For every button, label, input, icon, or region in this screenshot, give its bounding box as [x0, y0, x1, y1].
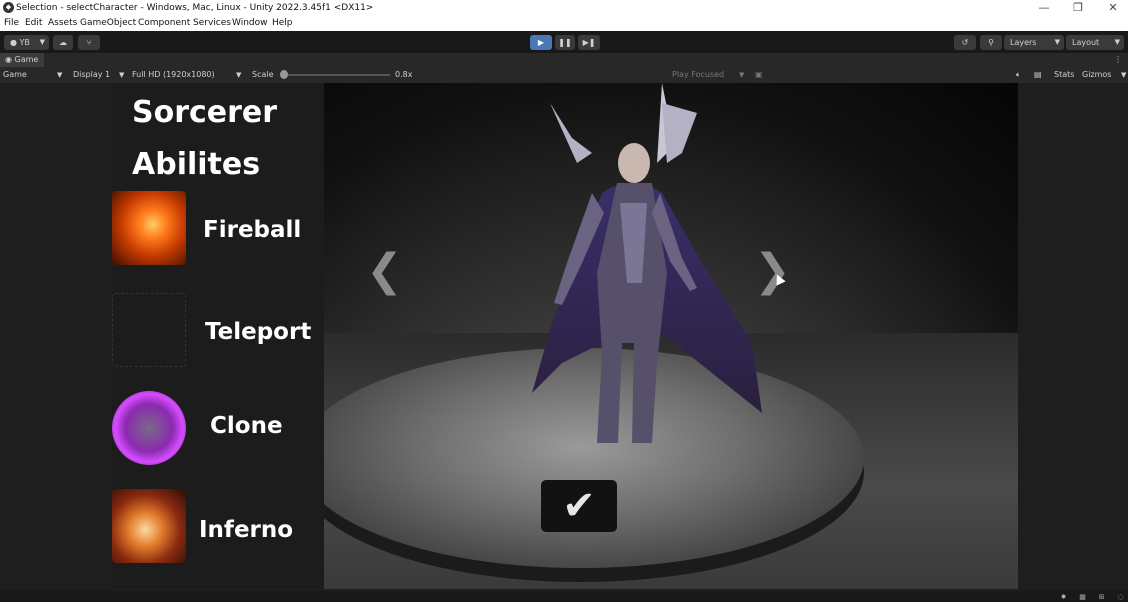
next-character-button[interactable]: ❯ [754, 245, 791, 296]
scale-slider[interactable] [284, 74, 390, 76]
chevron-down-icon: ▼ [1114, 38, 1120, 46]
step-button[interactable]: ▶❚ [578, 35, 600, 50]
restore-button[interactable]: ❐ [1064, 0, 1092, 16]
keyboard-shortcuts-icon[interactable]: ▤ [1034, 67, 1042, 83]
layers-label: Layers [1010, 38, 1037, 47]
chevron-down-icon: ▼ [739, 71, 745, 79]
history-icon: ↺ [961, 38, 969, 47]
tab-game-label: Game [14, 55, 39, 64]
menu-help[interactable]: Help [272, 16, 293, 31]
layout-label: Layout [1072, 38, 1100, 47]
more-options-icon[interactable]: ⋮ [1114, 53, 1122, 67]
ability-fireball: Fireball [112, 191, 324, 271]
lighting-icon[interactable]: ⊞ [1097, 593, 1106, 601]
window-title: Selection - selectCharacter - Windows, M… [16, 3, 374, 13]
menu-file[interactable]: File [4, 16, 19, 31]
menu-bar: File Edit Assets GameObject Component Se… [0, 16, 1128, 31]
close-button[interactable]: ✕ [1099, 0, 1127, 16]
previous-character-button[interactable]: ❮ [366, 245, 403, 296]
menu-window[interactable]: Window [232, 16, 268, 31]
menu-services[interactable]: Services [193, 16, 231, 31]
search-button[interactable]: ⚲ [980, 35, 1002, 50]
ability-teleport: Teleport [112, 293, 324, 373]
ability-inferno: Inferno [112, 489, 324, 569]
minimize-button[interactable]: — [1030, 0, 1058, 16]
account-icon: ● [10, 38, 17, 47]
cloud-icon: ☁ [59, 38, 67, 47]
chevron-down-icon: ▼ [1054, 38, 1060, 46]
ability-clone: Clone [112, 391, 324, 471]
ability-label: Clone [210, 413, 283, 439]
clone-icon [112, 391, 186, 465]
view-mode-dropdown[interactable]: Game [3, 67, 27, 83]
main-toolbar: ● YB ▼ ☁ ⑂ ▶ ❚❚ ▶❚ ↺ ⚲ Layers ▼ Layout ▼ [0, 31, 1128, 53]
sorcerer-character [532, 83, 762, 443]
chevron-down-icon: ▼ [39, 38, 45, 46]
status-bar: ✸ ▦ ⊞ ◌ [0, 591, 1128, 602]
scale-label: Scale [252, 70, 274, 79]
checkmark-icon: ✔ [562, 483, 596, 529]
step-icon: ▶❚ [582, 38, 596, 47]
display-dropdown[interactable]: Display 1 [73, 67, 110, 83]
pause-icon: ❚❚ [558, 38, 572, 47]
inferno-icon [112, 489, 186, 563]
scale-slider-thumb[interactable] [280, 70, 288, 79]
resolution-dropdown[interactable]: Full HD (1920x1080) [132, 67, 215, 83]
account-label: YB [19, 38, 30, 47]
game-view-toolbar: Game ▼ Display 1 ▼ Full HD (1920x1080) ▼… [0, 67, 1128, 83]
gamepad-icon: ◉ [5, 55, 12, 64]
abilities-panel: Sorcerer Abilites Fireball Teleport Clon… [112, 83, 324, 589]
chevron-down-icon: ▼ [57, 71, 63, 79]
chevron-down-icon: ▼ [119, 71, 125, 79]
title-bar: ◆ Selection - selectCharacter - Windows,… [0, 0, 1128, 16]
teleport-icon [112, 293, 186, 367]
stats-button[interactable]: Stats [1054, 67, 1074, 83]
gizmos-button[interactable]: Gizmos [1082, 67, 1111, 83]
tab-bar: ◉ Game ⋮ [0, 53, 1128, 67]
ability-label: Inferno [199, 517, 294, 543]
chevron-down-icon: ▼ [1121, 71, 1127, 79]
ability-label: Fireball [203, 217, 302, 243]
menu-edit[interactable]: Edit [25, 16, 42, 31]
pause-button[interactable]: ❚❚ [555, 35, 575, 50]
mute-audio-icon[interactable]: 🔈︎ [1016, 67, 1021, 83]
play-button[interactable]: ▶ [530, 35, 552, 50]
confirm-character-button[interactable]: ✔ [541, 480, 617, 532]
chevron-down-icon: ▼ [236, 71, 242, 79]
play-mode-dropdown[interactable]: Play Focused [672, 67, 724, 83]
fireball-icon [112, 191, 186, 265]
branch-icon: ⑂ [86, 38, 92, 47]
cloud-button[interactable]: ☁ [53, 35, 73, 50]
unity-logo-icon: ◆ [3, 2, 14, 13]
layout-dropdown[interactable]: Layout ▼ [1066, 35, 1124, 50]
tab-game[interactable]: ◉ Game [0, 53, 45, 67]
menu-component[interactable]: Component [138, 16, 190, 31]
menu-assets[interactable]: Assets [48, 16, 77, 31]
abilities-heading: Abilites [132, 147, 261, 182]
character-name: Sorcerer [132, 95, 278, 130]
collab-button[interactable]: ⑂ [78, 35, 100, 50]
ability-label: Teleport [205, 319, 312, 345]
game-viewport: Sorcerer Abilites Fireball Teleport Clon… [0, 83, 1128, 591]
game-render[interactable]: Sorcerer Abilites Fireball Teleport Clon… [112, 83, 1018, 589]
menu-gameobject[interactable]: GameObject [80, 16, 136, 31]
frame-debugger-icon[interactable]: ▣ [755, 67, 763, 83]
account-dropdown[interactable]: ● YB ▼ [4, 35, 49, 50]
search-icon: ⚲ [988, 38, 994, 47]
scene-check-icon[interactable]: ◌ [1116, 593, 1125, 601]
undo-history-button[interactable]: ↺ [954, 35, 976, 50]
play-icon: ▶ [537, 38, 545, 47]
layers-dropdown[interactable]: Layers ▼ [1004, 35, 1064, 50]
progress-icon[interactable]: ▦ [1078, 593, 1087, 601]
bug-icon[interactable]: ✸ [1059, 593, 1068, 601]
scale-value: 0.8x [395, 70, 413, 79]
